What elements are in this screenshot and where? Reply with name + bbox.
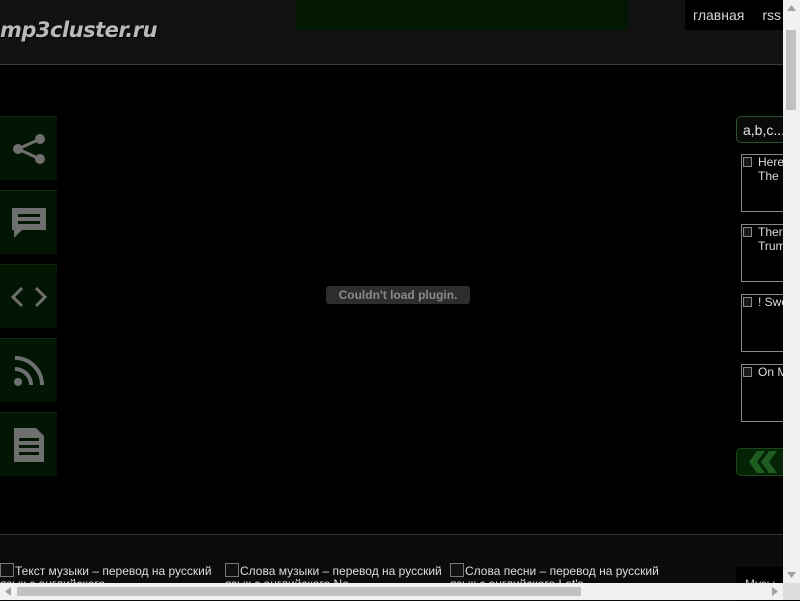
top-nav: главная rss <box>685 0 783 30</box>
related-item-title: Слова песни – перевод на русский язык с … <box>450 564 659 586</box>
broken-image-icon <box>743 367 752 377</box>
scroll-up-arrow-icon[interactable] <box>783 0 800 17</box>
embed-button[interactable] <box>0 264 57 328</box>
comment-icon <box>11 207 46 238</box>
related-item-title: Слова музыки – перевод на русский язык с… <box>225 564 442 586</box>
embed-icon <box>10 286 47 307</box>
scroll-down-arrow-icon[interactable] <box>783 566 800 583</box>
broken-image-icon <box>743 227 752 237</box>
site-logo[interactable]: mp3cluster.ru <box>0 18 158 42</box>
vertical-scrollbar[interactable] <box>783 0 800 583</box>
rss-icon <box>13 355 44 386</box>
broken-image-icon <box>225 563 239 577</box>
related-item[interactable]: Слова песни – перевод на русский язык с … <box>450 563 670 585</box>
scroll-left-arrow-icon[interactable] <box>0 583 17 600</box>
vertical-scroll-thumb[interactable] <box>786 30 796 110</box>
horizontal-scrollbar[interactable] <box>0 583 783 600</box>
related-item[interactable]: Текст музыки – перевод на русский язык с… <box>0 563 220 585</box>
share-button[interactable] <box>0 116 57 180</box>
comment-button[interactable] <box>0 190 57 254</box>
nav-rss-link[interactable]: rss <box>762 7 781 23</box>
broken-image-icon <box>450 563 464 577</box>
top-banner <box>296 0 628 30</box>
broken-image-icon <box>0 563 14 577</box>
rss-button[interactable] <box>0 338 57 402</box>
broken-image-icon <box>743 297 752 307</box>
nav-home-link[interactable]: главная <box>693 7 744 23</box>
double-chevron-left-icon <box>749 451 777 473</box>
scrollbar-corner <box>783 583 800 600</box>
share-icon <box>12 133 45 164</box>
related-item-title: Текст музыки – перевод на русский язык с… <box>0 564 212 586</box>
document-button[interactable] <box>0 412 57 476</box>
scroll-right-arrow-icon[interactable] <box>766 583 783 600</box>
broken-image-icon <box>743 157 752 167</box>
plugin-error-message: Couldn't load plugin. <box>326 286 470 304</box>
horizontal-scroll-thumb[interactable] <box>17 587 581 596</box>
document-icon <box>13 427 44 462</box>
related-item[interactable]: Слова музыки – перевод на русский язык с… <box>225 563 445 585</box>
site-header: mp3cluster.ru главная rss <box>0 0 783 65</box>
